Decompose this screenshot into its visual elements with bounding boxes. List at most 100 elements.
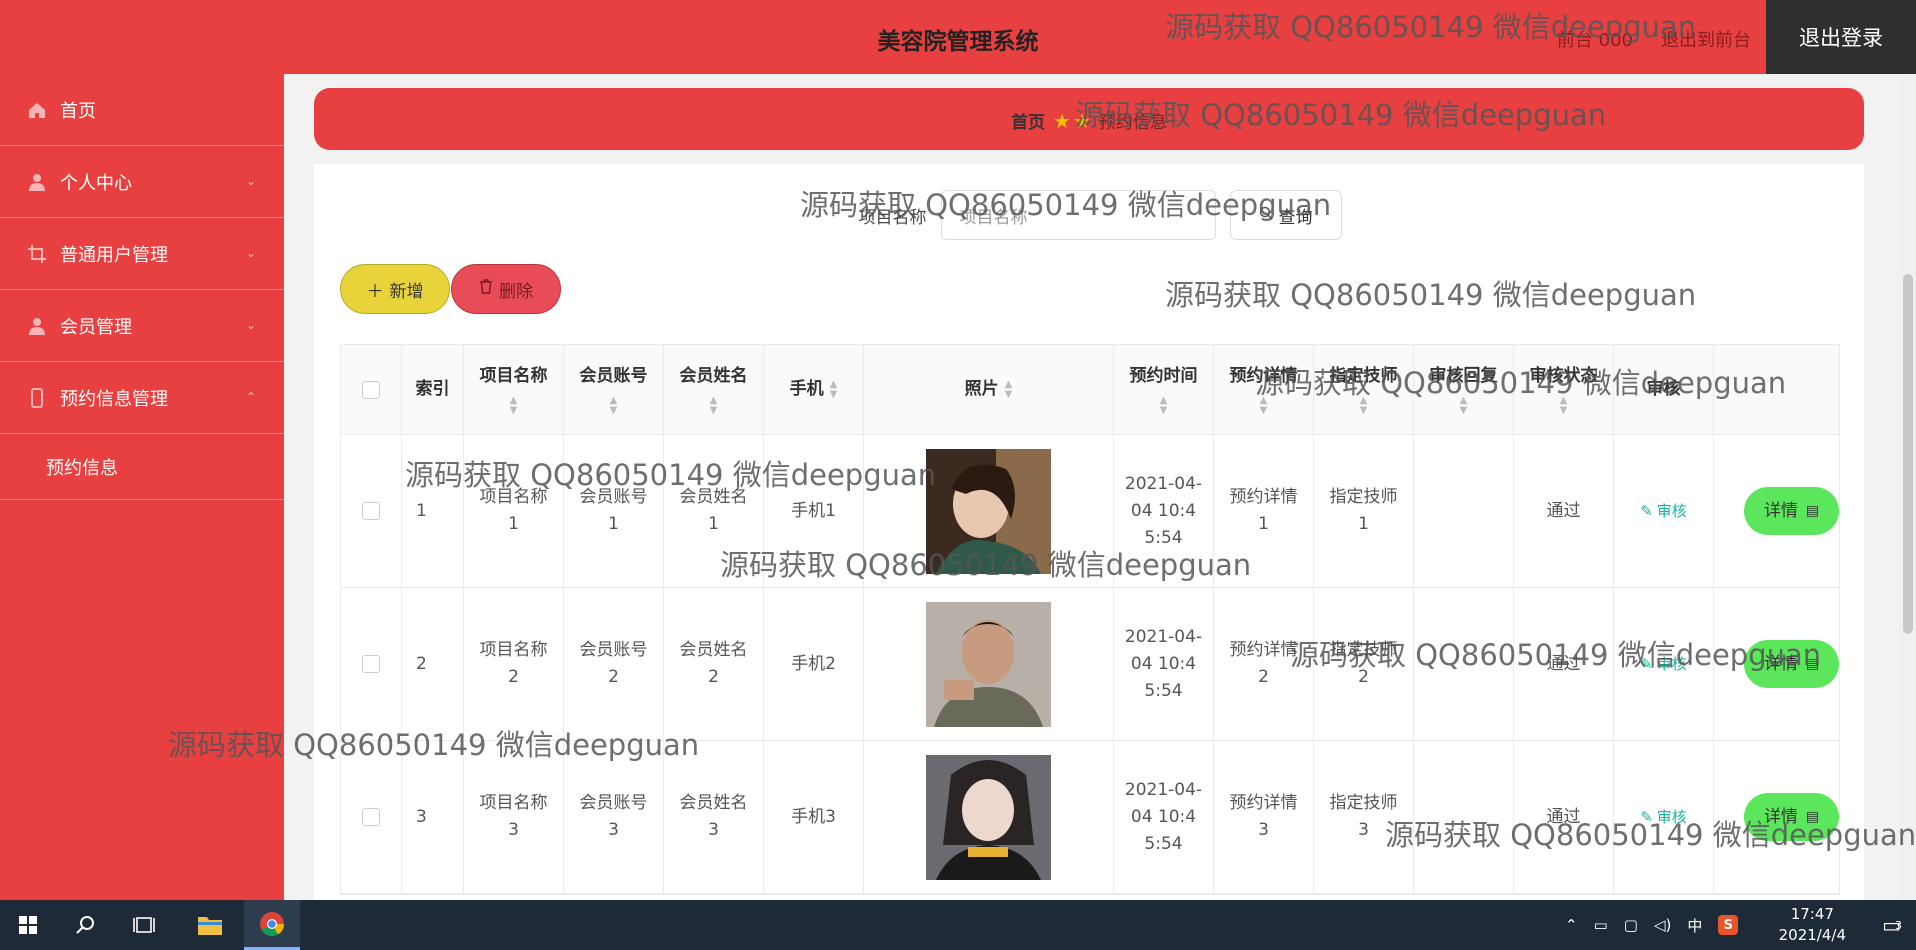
sort-icon: ▲ ▼	[1004, 378, 1013, 400]
document-icon: ▤	[1805, 502, 1820, 519]
edit-icon: ✎	[1640, 654, 1653, 673]
add-button[interactable]: ＋ 新增	[340, 264, 450, 314]
chevron-up-icon[interactable]: ⌃	[1565, 916, 1578, 934]
audit-link[interactable]: ✎ 审核	[1614, 741, 1714, 893]
exit-front-link[interactable]: 退出到前台	[1661, 26, 1751, 52]
breadcrumb-home[interactable]: 首页	[1011, 108, 1045, 133]
cell-name: 会员姓名1	[664, 435, 764, 587]
add-button-label: 新增	[389, 281, 424, 302]
delete-button[interactable]: 删除	[451, 264, 561, 314]
column-header[interactable]: 项目名称 ▲ ▼	[464, 345, 564, 434]
column-header: 索引	[402, 345, 464, 434]
column-header-label: 指定技师	[1329, 366, 1398, 386]
cell-phone: 手机1	[764, 435, 864, 587]
sidebar-item-home[interactable]: 首页	[0, 74, 284, 146]
detail-button-label: 详情	[1763, 653, 1798, 674]
column-header-label: 会员姓名	[679, 366, 748, 386]
edit-icon: ✎	[1640, 501, 1653, 520]
search-icon[interactable]	[58, 900, 114, 950]
select-all-checkbox[interactable]	[362, 380, 380, 399]
audit-link[interactable]: ✎ 审核	[1614, 588, 1714, 740]
column-header[interactable]: 预约详情 ▲ ▼	[1214, 345, 1314, 434]
chevron-down-icon: ⌄	[245, 318, 256, 332]
sidebar-item-profile[interactable]: 个人中心 ⌄	[0, 146, 284, 218]
battery-icon[interactable]: ▭	[1594, 916, 1608, 934]
cell-status: 通过	[1514, 588, 1614, 740]
front-link[interactable]: 前台 000	[1557, 26, 1633, 52]
column-header[interactable]: 审核回复 ▲ ▼	[1414, 345, 1514, 434]
sort-icon: ▲ ▼	[1559, 395, 1568, 416]
select-all-cell	[341, 345, 402, 434]
row-select-cell	[341, 588, 402, 740]
sort-icon: ▲ ▼	[1359, 395, 1368, 416]
sort-icon: ▲ ▼	[1159, 395, 1168, 416]
detail-button[interactable]: 详情 ▤	[1744, 640, 1839, 688]
audit-link-label: 审核	[1656, 501, 1687, 520]
column-header: 审核	[1614, 345, 1714, 434]
sidebar-item-members[interactable]: 会员管理 ⌄	[0, 290, 284, 362]
table-row: 2 项目名称2 会员账号2 会员姓名2 手机2 2021-04-04 10:45…	[341, 588, 1839, 741]
column-header	[1714, 345, 1839, 434]
plus-icon: ＋	[366, 281, 384, 302]
cell-reply	[1414, 588, 1514, 740]
row-select-cell	[341, 435, 402, 587]
row-checkbox[interactable]	[362, 502, 380, 520]
top-links: 前台 000 退出到前台	[1557, 26, 1751, 52]
column-header-label: 审核状态	[1529, 366, 1598, 386]
cell-project: 项目名称3	[464, 741, 564, 893]
sidebar-item-appointments[interactable]: 预约信息管理 ⌃	[0, 362, 284, 434]
row-checkbox[interactable]	[362, 808, 380, 826]
column-header[interactable]: 会员账号 ▲ ▼	[564, 345, 664, 434]
sidebar-item-label: 个人中心	[60, 172, 132, 194]
phone-icon	[26, 387, 48, 409]
actions-cell: 详情 ▤	[1714, 435, 1839, 587]
cell-index: 1	[402, 435, 464, 587]
sidebar-item-users[interactable]: 普通用户管理 ⌄	[0, 218, 284, 290]
volume-icon[interactable]: ◁)	[1654, 916, 1671, 934]
appointments-table: 索引 项目名称 ▲ ▼ 会员账号 ▲ ▼ 会员姓名 ▲ ▼ 手机 ▲ ▼ 照片 ▲ ▼ 预约时间 ▲ ▼…	[340, 344, 1840, 895]
chevron-down-icon: ⌄	[245, 174, 256, 188]
column-header[interactable]: 会员姓名 ▲ ▼	[664, 345, 764, 434]
sidebar-item-label: 普通用户管理	[60, 244, 168, 266]
network-icon[interactable]: ▢	[1624, 916, 1638, 934]
chrome-icon[interactable]	[244, 900, 300, 950]
column-header[interactable]: 预约时间 ▲ ▼	[1114, 345, 1214, 434]
search-input[interactable]: 项目名称	[940, 190, 1216, 240]
scrollbar-thumb[interactable]	[1903, 274, 1913, 634]
ime-indicator[interactable]: 中	[1687, 915, 1702, 936]
actions-cell: 详情 ▤	[1714, 741, 1839, 893]
column-header[interactable]: 审核状态 ▲ ▼	[1514, 345, 1614, 434]
logout-button[interactable]: 退出登录	[1766, 0, 1916, 74]
page-scrollbar[interactable]	[1900, 74, 1916, 900]
column-header-label: 预约时间	[1129, 366, 1198, 386]
notification-count: 3	[1895, 918, 1902, 932]
crop-icon	[26, 243, 48, 265]
column-header[interactable]: 指定技师 ▲ ▼	[1314, 345, 1414, 434]
file-explorer-icon[interactable]	[182, 900, 238, 950]
sort-icon: ▲ ▼	[709, 395, 718, 416]
column-header[interactable]: 照片 ▲ ▼	[864, 345, 1114, 434]
sidebar-subitem-appointment-info[interactable]: 预约信息	[0, 434, 284, 500]
search-button[interactable]: 查询	[1229, 190, 1342, 240]
taskbar-clock[interactable]: 17:47 2021/4/4	[1779, 904, 1846, 946]
breadcrumb-current: 预约信息	[1098, 113, 1167, 133]
column-header[interactable]: 手机 ▲ ▼	[764, 345, 864, 434]
column-header-label: 项目名称	[479, 366, 548, 386]
app-tray-icon[interactable]: S	[1718, 915, 1739, 935]
column-header-label: 手机	[789, 379, 824, 399]
row-checkbox[interactable]	[362, 655, 380, 673]
detail-button[interactable]: 详情 ▤	[1744, 487, 1839, 535]
sidebar-item-label: 会员管理	[60, 316, 132, 338]
column-header-label: 照片	[964, 379, 999, 399]
windows-start-icon[interactable]	[0, 900, 56, 950]
actions-cell: 详情 ▤	[1714, 588, 1839, 740]
row-select-cell	[341, 741, 402, 893]
cell-photo	[864, 435, 1114, 587]
notification-icon[interactable]: ▭ 3	[1882, 900, 1902, 950]
task-view-icon[interactable]	[116, 900, 172, 950]
detail-button[interactable]: 详情 ▤	[1744, 793, 1839, 841]
cell-reply	[1414, 741, 1514, 893]
audit-link[interactable]: ✎ 审核	[1614, 435, 1714, 587]
detail-button-label: 详情	[1763, 500, 1798, 521]
cell-name: 会员姓名3	[664, 741, 764, 893]
